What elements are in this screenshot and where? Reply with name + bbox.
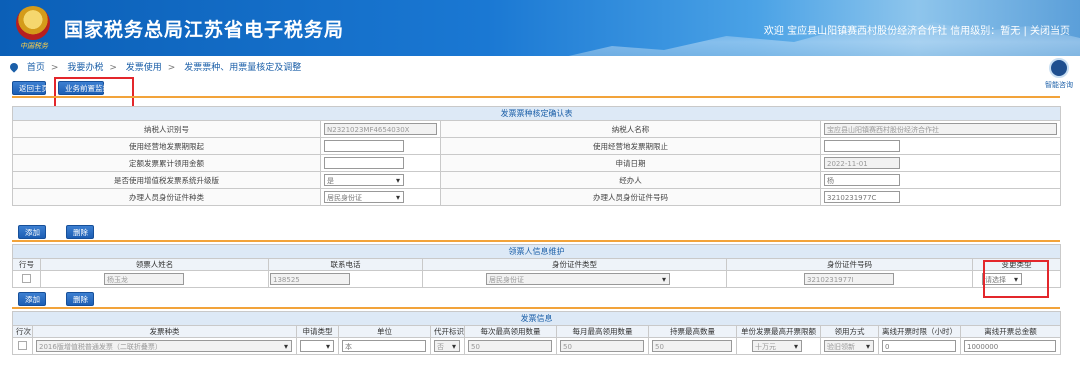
field-label: 申请日期 bbox=[440, 154, 821, 172]
breadcrumb: 首页 > 我要办税 > 发票使用 > 发票票种、用票量核定及调整 bbox=[8, 60, 302, 73]
back-home-button[interactable]: 返回主页 bbox=[12, 81, 49, 95]
orange-divider bbox=[12, 240, 1060, 242]
id-number-field[interactable]: 3210231977C bbox=[824, 191, 900, 203]
holder-id-type-select[interactable]: 居民身份证 bbox=[486, 273, 670, 285]
column-header: 单位 bbox=[338, 325, 431, 338]
taxpayer-name-field[interactable]: 宝应县山阳镇赛西村股份经济合作社 bbox=[824, 123, 1057, 135]
handler-field[interactable]: 杨 bbox=[824, 174, 900, 186]
column-header: 每月最高领用数量 bbox=[556, 325, 649, 338]
hold-max-field[interactable]: 50 bbox=[652, 340, 732, 352]
column-header: 代开标识 bbox=[430, 325, 465, 338]
column-header: 身份证件类型 bbox=[422, 258, 727, 271]
column-header: 行次 bbox=[12, 325, 33, 338]
breadcrumb-current: 发票票种、用票量核定及调整 bbox=[184, 63, 302, 73]
apply-type-select[interactable] bbox=[300, 340, 334, 352]
tax-emblem-logo bbox=[16, 6, 50, 40]
field-label: 办理人员身份证件种类 bbox=[12, 188, 321, 206]
per-month-max-field[interactable]: 50 bbox=[560, 340, 644, 352]
field-label: 纳税人名称 bbox=[440, 120, 821, 138]
field-label: 使用经营地发票期限止 bbox=[440, 137, 821, 155]
table-caption: 领票人信息维护 bbox=[12, 244, 1061, 259]
period-start-field[interactable] bbox=[324, 140, 404, 152]
column-header: 离线开票总金额 bbox=[960, 325, 1061, 338]
column-header: 领用方式 bbox=[820, 325, 879, 338]
per-time-max-field[interactable]: 50 bbox=[468, 340, 552, 352]
location-pin-icon bbox=[8, 61, 20, 73]
delete-button[interactable]: 删除 bbox=[66, 225, 94, 239]
offline-amount-field[interactable]: 1000000 bbox=[964, 340, 1056, 352]
holder-id-number-field[interactable]: 3210231977I bbox=[804, 273, 894, 285]
orange-divider bbox=[12, 307, 1060, 309]
column-header: 持票最高数量 bbox=[648, 325, 737, 338]
invoice-limit-select[interactable]: 十万元 bbox=[752, 340, 802, 352]
invoice-kind-select[interactable]: 2016版增值税普通发票（二联折叠票） bbox=[36, 340, 292, 352]
breadcrumb-invoice[interactable]: 发票使用 bbox=[126, 63, 162, 73]
add-button[interactable]: 添加 bbox=[18, 225, 46, 239]
column-header: 发票种类 bbox=[32, 325, 297, 338]
offline-hours-field[interactable]: 0 bbox=[882, 340, 956, 352]
row-checkbox[interactable] bbox=[22, 273, 31, 283]
column-header: 单份发票最高开票限额 bbox=[736, 325, 821, 338]
column-header: 身份证件号码 bbox=[726, 258, 973, 271]
field-label: 经办人 bbox=[440, 171, 821, 189]
invoice-confirm-table: 发票票种核定确认表 纳税人识别号 N2321023MF4654030X 纳税人名… bbox=[12, 106, 1061, 206]
site-title: 国家税务总局江苏省电子税务局 bbox=[64, 19, 345, 41]
holder-phone-field[interactable]: 138525 bbox=[270, 273, 350, 285]
headset-icon bbox=[1049, 58, 1069, 78]
ticket-holder-table: 领票人信息维护 行号 领票人姓名 联系电话 身份证件类型 身份证件号码 变更类型… bbox=[12, 244, 1061, 288]
delete-button-2[interactable]: 删除 bbox=[66, 292, 94, 306]
id-type-select[interactable]: 居民身份证 bbox=[324, 191, 404, 203]
field-label: 是否使用增值税发票系统升级版 bbox=[12, 171, 321, 189]
column-header: 行号 bbox=[12, 258, 41, 271]
assistant-label: 智能咨询 bbox=[1045, 81, 1073, 89]
invoice-info-table: 发票信息 行次 发票种类 申请类型 单位 代开标识 每次最高领用数量 每月最高领… bbox=[12, 311, 1061, 355]
period-end-field[interactable] bbox=[824, 140, 900, 152]
apply-date-field[interactable]: 2022-11-01 bbox=[824, 157, 900, 169]
column-header: 联系电话 bbox=[268, 258, 423, 271]
table-caption: 发票信息 bbox=[12, 311, 1061, 326]
field-label: 定额发票累计领用金额 bbox=[12, 154, 321, 172]
quota-amount-field[interactable] bbox=[324, 157, 404, 169]
add-button-2[interactable]: 添加 bbox=[18, 292, 46, 306]
emblem-caption: 中国税务 bbox=[20, 42, 48, 50]
breadcrumb-tax[interactable]: 我要办税 bbox=[67, 63, 103, 73]
table-row: 杨玉龙 138525 居民身份证 3210231977I 请选择 bbox=[12, 270, 1061, 288]
agent-flag-select[interactable]: 否 bbox=[434, 340, 460, 352]
table-caption: 发票票种核定确认表 bbox=[12, 106, 1061, 121]
unit-field[interactable]: 本 bbox=[342, 340, 426, 352]
column-header: 领票人姓名 bbox=[40, 258, 269, 271]
field-label: 纳税人识别号 bbox=[12, 120, 321, 138]
table-row: 2016版增值税普通发票（二联折叠票） 本 否 50 50 50 十万元 验旧领… bbox=[12, 337, 1061, 355]
row-checkbox[interactable] bbox=[18, 340, 27, 350]
upgrade-system-select[interactable]: 是 bbox=[324, 174, 404, 186]
column-header: 申请类型 bbox=[296, 325, 339, 338]
orange-divider bbox=[12, 96, 1060, 98]
smart-assistant[interactable]: 智能咨询 bbox=[1044, 58, 1074, 90]
field-label: 使用经营地发票期限起 bbox=[12, 137, 321, 155]
field-label: 办理人员身份证件号码 bbox=[440, 188, 821, 206]
taxpayer-id-field[interactable]: N2321023MF4654030X bbox=[324, 123, 437, 135]
holder-name-field[interactable]: 杨玉龙 bbox=[104, 273, 184, 285]
red-highlight-box bbox=[983, 260, 1049, 298]
breadcrumb-home[interactable]: 首页 bbox=[27, 63, 45, 73]
pickup-method-select[interactable]: 验旧领新 bbox=[824, 340, 874, 352]
column-header: 每次最高领用数量 bbox=[464, 325, 557, 338]
welcome-bar[interactable]: 欢迎 宝应县山阳镇赛西村股份经济合作社 信用级别：暂无 | 关闭当页 bbox=[764, 22, 1070, 37]
column-header: 离线开票时限（小时） bbox=[878, 325, 961, 338]
